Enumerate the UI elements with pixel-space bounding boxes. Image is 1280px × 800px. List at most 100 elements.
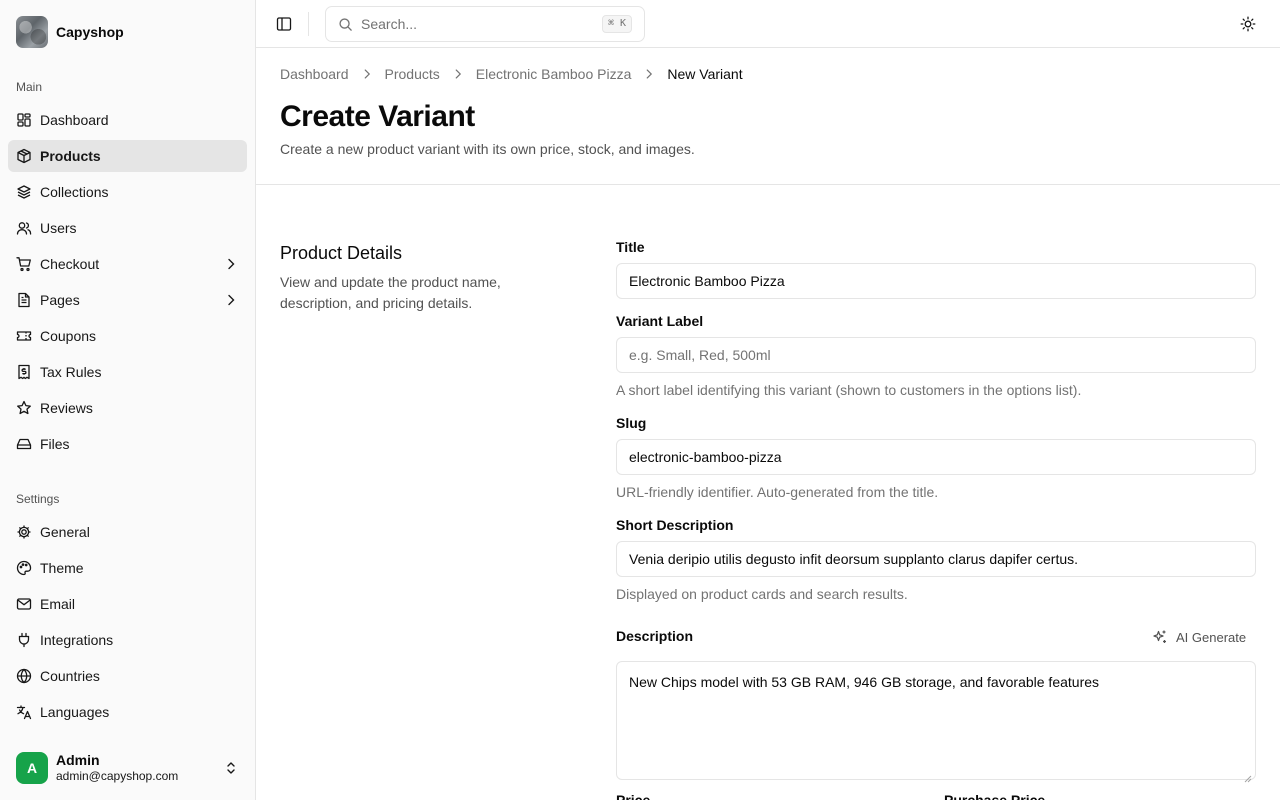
slug-help: URL-friendly identifier. Auto-generated …: [616, 484, 939, 500]
sidebar-toggle-icon[interactable]: [276, 16, 292, 32]
receipt-icon: [16, 364, 32, 380]
brand[interactable]: Capyshop: [16, 16, 124, 48]
sidebar-item-label: Languages: [40, 704, 110, 720]
chevron-right-icon: [223, 292, 239, 308]
sidebar-item-label: Countries: [40, 668, 100, 684]
main-group-label: Main: [16, 80, 43, 94]
price-label: Price: [616, 792, 651, 800]
chevron-right-icon: [440, 67, 476, 81]
description-label: Description: [616, 628, 694, 644]
avatar: A: [16, 752, 48, 784]
search-placeholder: Search...: [361, 16, 418, 32]
star-icon: [16, 400, 32, 416]
user-info: Admin admin@capyshop.com: [56, 752, 178, 784]
variant-label-help: A short label identifying this variant (…: [616, 382, 1082, 398]
plug-icon: [16, 632, 32, 648]
package-icon: [16, 148, 32, 164]
sidebar-item-tax-rules[interactable]: Tax Rules: [8, 356, 247, 388]
sidebar-item-label: General: [40, 524, 90, 540]
search-icon: [338, 17, 353, 32]
description-value: New Chips model with 53 GB RAM, 946 GB s…: [629, 674, 1100, 690]
sidebar-item-products[interactable]: Products: [8, 140, 247, 172]
sidebar-item-integrations[interactable]: Integrations: [8, 624, 247, 656]
sidebar-item-coupons[interactable]: Coupons: [8, 320, 247, 352]
slug-label: Slug: [616, 415, 647, 431]
layers-icon: [16, 184, 32, 200]
breadcrumb-dashboard[interactable]: Dashboard: [280, 66, 349, 82]
sidebar-item-users[interactable]: Users: [8, 212, 247, 244]
sidebar-item-label: Theme: [40, 560, 84, 576]
sidebar-item-label: Files: [40, 436, 70, 452]
sidebar-item-collections[interactable]: Collections: [8, 176, 247, 208]
sidebar-item-label: Checkout: [40, 256, 100, 272]
purchase-price-label: Purchase Price: [944, 792, 1046, 800]
globe-icon: [16, 668, 32, 684]
chevron-right-icon: [631, 67, 667, 81]
chevrons-up-down-icon: [223, 760, 239, 776]
ai-generate-button[interactable]: AI Generate: [1146, 623, 1256, 651]
sidebar-item-label: Collections: [40, 184, 109, 200]
brand-name: Capyshop: [56, 24, 124, 40]
user-menu[interactable]: A Admin admin@capyshop.com: [8, 744, 247, 792]
file-text-icon: [16, 292, 32, 308]
section-title: Product Details: [280, 243, 403, 263]
breadcrumb-current: New Variant: [667, 66, 743, 82]
palette-icon: [16, 560, 32, 576]
title-field[interactable]: Electronic Bamboo Pizza: [616, 263, 1256, 299]
sidebar-item-general[interactable]: General: [8, 516, 247, 548]
sidebar-item-checkout[interactable]: Checkout: [8, 248, 247, 280]
sidebar-item-pages[interactable]: Pages: [8, 284, 247, 316]
dashboard-icon: [16, 112, 32, 128]
sidebar-item-label: Reviews: [40, 400, 93, 416]
section-description: View and update the product name, descri…: [280, 274, 501, 311]
sun-icon[interactable]: [1240, 16, 1256, 32]
sparkles-icon: [1152, 629, 1168, 645]
sidebar-item-languages[interactable]: Languages: [8, 696, 247, 728]
sidebar-item-email[interactable]: Email: [8, 588, 247, 620]
sidebar: Capyshop Main Dashboard Products Collect…: [0, 0, 256, 800]
chevron-right-icon: [349, 67, 385, 81]
topbar-divider: [308, 12, 309, 36]
sidebar-item-theme[interactable]: Theme: [8, 552, 247, 584]
sidebar-item-label: Users: [40, 220, 77, 236]
chevron-right-icon: [223, 256, 239, 272]
sidebar-item-label: Coupons: [40, 328, 97, 344]
slug-field[interactable]: electronic-bamboo-pizza: [616, 439, 1256, 475]
short-description-label: Short Description: [616, 517, 734, 533]
cart-icon: [16, 256, 32, 272]
sidebar-item-files[interactable]: Files: [8, 428, 247, 460]
variant-label-label: Variant Label: [616, 313, 704, 329]
header-divider: [256, 184, 1280, 185]
sidebar-item-label: Products: [40, 148, 101, 164]
variant-label-field[interactable]: e.g. Small, Red, 500ml: [616, 337, 1256, 373]
breadcrumb-products[interactable]: Products: [385, 66, 440, 82]
topbar: Search... ⌘ K: [256, 0, 1280, 48]
page-description: Create a new product variant with its ow…: [280, 141, 695, 157]
search-input[interactable]: Search... ⌘ K: [325, 6, 645, 42]
gear-icon: [16, 524, 32, 540]
resize-handle-icon[interactable]: [1244, 768, 1252, 783]
description-field[interactable]: New Chips model with 53 GB RAM, 946 GB s…: [616, 661, 1256, 783]
short-description-field[interactable]: Venia deripio utilis degusto infit deors…: [616, 541, 1256, 577]
search-shortcut: ⌘ K: [601, 15, 632, 33]
page-title: Create Variant: [280, 100, 475, 133]
ticket-icon: [16, 328, 32, 344]
hard-drive-icon: [16, 436, 32, 452]
sidebar-item-label: Integrations: [40, 632, 114, 648]
sidebar-item-reviews[interactable]: Reviews: [8, 392, 247, 424]
short-description-help: Displayed on product cards and search re…: [616, 586, 908, 602]
user-name: Admin: [56, 752, 100, 768]
mail-icon: [16, 596, 32, 612]
sidebar-item-label: Pages: [40, 292, 80, 308]
sidebar-item-countries[interactable]: Countries: [8, 660, 247, 692]
sidebar-item-label: Dashboard: [40, 112, 109, 128]
sidebar-item-label: Email: [40, 596, 76, 612]
brand-logo: [16, 16, 48, 48]
breadcrumb-product[interactable]: Electronic Bamboo Pizza: [476, 66, 632, 82]
sidebar-item-label: Tax Rules: [40, 364, 102, 380]
sidebar-item-dashboard[interactable]: Dashboard: [8, 104, 247, 136]
settings-group-label: Settings: [16, 492, 60, 506]
ai-generate-label: AI Generate: [1176, 629, 1247, 645]
languages-icon: [16, 704, 32, 720]
user-email: admin@capyshop.com: [56, 769, 179, 783]
